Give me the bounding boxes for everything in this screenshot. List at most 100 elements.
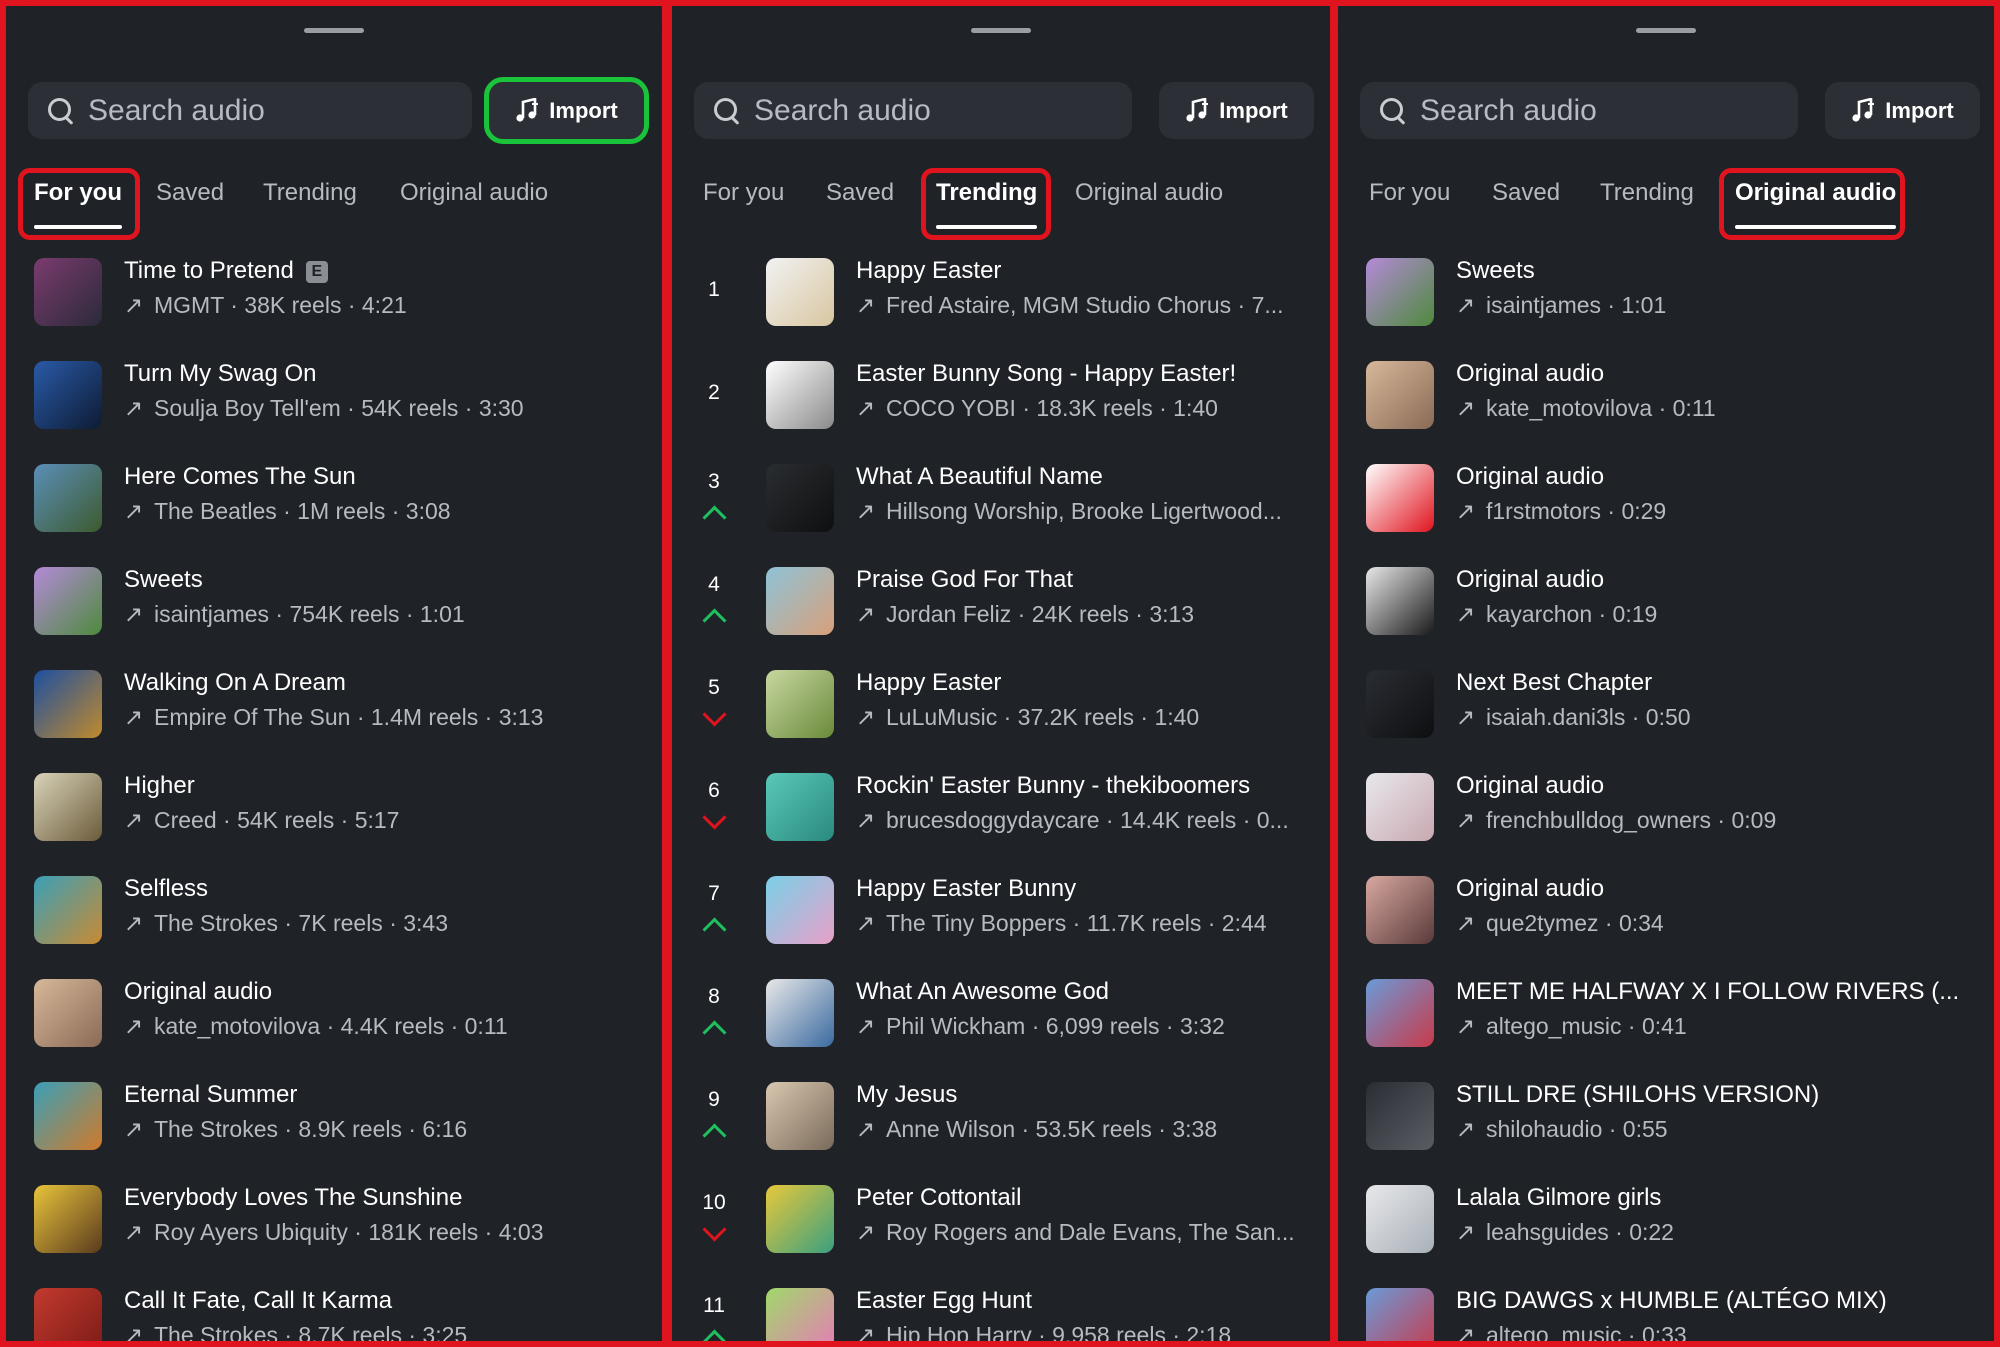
track-row[interactable]: 7 Happy Easter Bunny ↗ The Tiny Boppers · 1… xyxy=(672,872,1330,975)
album-art[interactable] xyxy=(34,979,102,1047)
track-row[interactable]: 4 Praise God For That ↗ Jordan Feliz · 24K … xyxy=(672,563,1330,666)
track-title: Happy Easter Bunny xyxy=(856,875,1308,903)
trending-arrow-icon: ↗ xyxy=(856,910,876,936)
track-row[interactable]: Original audio ↗ kate_motovilova · 0:11 xyxy=(1338,357,1994,460)
track-row[interactable]: Original audio ↗ frenchbulldog_owners · 0:… xyxy=(1338,769,1994,872)
search-bar[interactable] xyxy=(694,82,1132,139)
album-art[interactable] xyxy=(1366,773,1434,841)
track-title-text: Happy Easter xyxy=(856,669,1002,696)
track-row[interactable]: Sweets ↗ isaintjames · 1:01 xyxy=(1338,254,1994,357)
search-input[interactable] xyxy=(754,93,1074,128)
import-button[interactable]: Import xyxy=(1825,82,1980,139)
tab-original-audio[interactable]: Original audio xyxy=(1075,171,1223,215)
track-title: Original audio xyxy=(124,978,640,1006)
track-title: STILL DRE (SHILOHS VERSION) xyxy=(1456,1081,1972,1109)
track-subtitle: ↗ leahsguides · 0:22 xyxy=(1456,1219,1972,1246)
sheet-grabber[interactable] xyxy=(304,28,364,33)
album-art[interactable] xyxy=(34,464,102,532)
album-art[interactable] xyxy=(766,670,834,738)
album-art[interactable] xyxy=(766,361,834,429)
album-art[interactable] xyxy=(766,979,834,1047)
album-art[interactable] xyxy=(1366,670,1434,738)
album-art[interactable] xyxy=(1366,1288,1434,1341)
track-row[interactable]: 11 Easter Egg Hunt ↗ Hip Hop Harry · 9,958 … xyxy=(672,1284,1330,1341)
track-title-text: Happy Easter Bunny xyxy=(856,875,1077,902)
track-row[interactable]: Walking On A Dream ↗ Empire Of The Sun · 1… xyxy=(6,666,662,769)
album-art[interactable] xyxy=(1366,979,1434,1047)
album-art[interactable] xyxy=(34,670,102,738)
tab-original-audio[interactable]: Original audio xyxy=(400,171,548,215)
track-row[interactable]: Lalala Gilmore girls ↗ leahsguides · 0:22 xyxy=(1338,1181,1994,1284)
track-row[interactable]: 5 Happy Easter ↗ LuLuMusic · 37.2K reels · … xyxy=(672,666,1330,769)
album-art[interactable] xyxy=(766,464,834,532)
trending-arrow-icon: ↗ xyxy=(1456,910,1476,936)
track-row[interactable]: Original audio ↗ kayarchon · 0:19 xyxy=(1338,563,1994,666)
track-row[interactable]: 6 Rockin' Easter Bunny - thekiboomers ↗ bru… xyxy=(672,769,1330,872)
tab-saved[interactable]: Saved xyxy=(826,171,894,215)
track-row[interactable]: Time to Pretend E ↗ MGMT · 38K reels · 4:21 xyxy=(6,254,662,357)
search-bar[interactable] xyxy=(1360,82,1798,139)
album-art[interactable] xyxy=(34,361,102,429)
tab-trending[interactable]: Trending xyxy=(263,171,357,215)
track-row[interactable]: Turn My Swag On ↗ Soulja Boy Tell'em · 54K… xyxy=(6,357,662,460)
track-row[interactable]: 2 Easter Bunny Song - Happy Easter! ↗ COCO … xyxy=(672,357,1330,460)
track-row[interactable]: STILL DRE (SHILOHS VERSION) ↗ shilohaudio … xyxy=(1338,1078,1994,1181)
sheet-grabber[interactable] xyxy=(971,28,1031,33)
search-input[interactable] xyxy=(1420,93,1740,128)
track-row[interactable]: 10 Peter Cottontail ↗ Roy Rogers and Dale E… xyxy=(672,1181,1330,1284)
album-art[interactable] xyxy=(766,1288,834,1341)
album-art[interactable] xyxy=(34,258,102,326)
track-row[interactable]: 1 Happy Easter ↗ Fred Astaire, MGM Studio C… xyxy=(672,254,1330,357)
track-row[interactable]: Selfless ↗ The Strokes · 7K reels · 3:43 xyxy=(6,872,662,975)
album-art[interactable] xyxy=(766,1082,834,1150)
track-row[interactable]: Sweets ↗ isaintjames · 754K reels · 1:01 xyxy=(6,563,662,666)
album-art[interactable] xyxy=(766,567,834,635)
album-art[interactable] xyxy=(34,567,102,635)
album-art[interactable] xyxy=(34,876,102,944)
album-art[interactable] xyxy=(1366,258,1434,326)
album-art[interactable] xyxy=(1366,1082,1434,1150)
album-art[interactable] xyxy=(1366,361,1434,429)
track-row[interactable]: Eternal Summer ↗ The Strokes · 8.9K reels … xyxy=(6,1078,662,1181)
track-row[interactable]: Original audio ↗ f1rstmotors · 0:29 xyxy=(1338,460,1994,563)
track-row[interactable]: 8 What An Awesome God ↗ Phil Wickham · 6,09… xyxy=(672,975,1330,1078)
panel-for-you: Import For you Saved Trending Original a… xyxy=(0,0,668,1347)
sheet-grabber[interactable] xyxy=(1636,28,1696,33)
track-row[interactable]: Higher ↗ Creed · 54K reels · 5:17 xyxy=(6,769,662,872)
tab-for-you[interactable]: For you xyxy=(703,171,784,215)
sheet: Import For you Saved Trending Original a… xyxy=(672,6,1330,1341)
track-row[interactable]: Original audio ↗ que2tymez · 0:34 xyxy=(1338,872,1994,975)
track-row[interactable]: Next Best Chapter ↗ isaiah.dani3ls · 0:50 xyxy=(1338,666,1994,769)
tab-for-you[interactable]: For you xyxy=(1369,171,1450,215)
album-art[interactable] xyxy=(34,773,102,841)
album-art[interactable] xyxy=(766,773,834,841)
track-row[interactable]: Call It Fate, Call It Karma ↗ The Strokes … xyxy=(6,1284,662,1341)
album-art[interactable] xyxy=(34,1185,102,1253)
track-title: Original audio xyxy=(1456,360,1972,388)
album-art[interactable] xyxy=(34,1082,102,1150)
track-row[interactable]: Everybody Loves The Sunshine ↗ Roy Ayers U… xyxy=(6,1181,662,1284)
album-art[interactable] xyxy=(766,1185,834,1253)
track-row[interactable]: Original audio ↗ kate_motovilova · 4.4K re… xyxy=(6,975,662,1078)
track-row[interactable]: MEET ME HALFWAY X I FOLLOW RIVERS (... ↗ a… xyxy=(1338,975,1994,1078)
tab-saved[interactable]: Saved xyxy=(1492,171,1560,215)
track-title-text: Here Comes The Sun xyxy=(124,463,356,490)
album-art[interactable] xyxy=(766,258,834,326)
track-row[interactable]: 3 What A Beautiful Name ↗ Hillsong Worship,… xyxy=(672,460,1330,563)
album-art[interactable] xyxy=(766,876,834,944)
album-art[interactable] xyxy=(1366,876,1434,944)
album-art[interactable] xyxy=(34,1288,102,1341)
tab-saved[interactable]: Saved xyxy=(156,171,224,215)
import-button[interactable]: Import xyxy=(484,77,649,144)
track-row[interactable]: BIG DAWGS x HUMBLE (ALTÉGO MIX) ↗ altego_m… xyxy=(1338,1284,1994,1341)
tab-trending[interactable]: Trending xyxy=(1600,171,1694,215)
import-button[interactable]: Import xyxy=(1159,82,1314,139)
search-bar[interactable] xyxy=(28,82,472,139)
album-art[interactable] xyxy=(1366,1185,1434,1253)
track-row[interactable]: Here Comes The Sun ↗ The Beatles · 1M reel… xyxy=(6,460,662,563)
search-input[interactable] xyxy=(88,93,408,128)
album-art[interactable] xyxy=(1366,464,1434,532)
tab-bar: For you Saved Trending Original audio xyxy=(1338,168,1994,241)
album-art[interactable] xyxy=(1366,567,1434,635)
track-row[interactable]: 9 My Jesus ↗ Anne Wilson · 53.5K reels · 3:… xyxy=(672,1078,1330,1181)
